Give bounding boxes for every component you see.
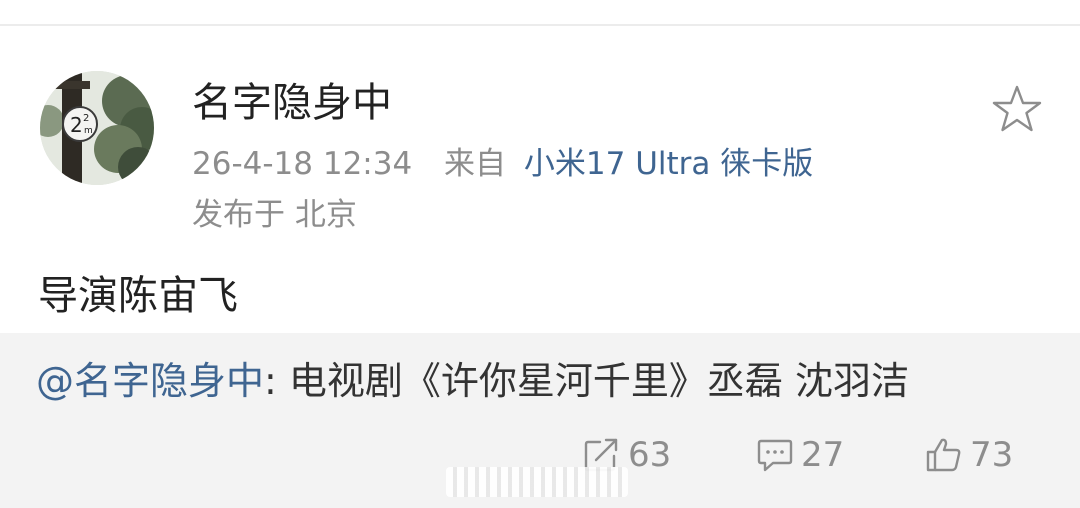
- repost-separator: :: [264, 359, 277, 403]
- post-device-link[interactable]: 小米17 Ultra 徕卡版: [524, 146, 813, 182]
- repost-card[interactable]: @名字隐身中: 电视剧《许你星河千里》丞磊 沈羽洁 63 27 73: [0, 333, 1080, 508]
- favorite-button[interactable]: [990, 84, 1044, 134]
- comment-bubble-icon: [757, 439, 793, 472]
- comment-count: 27: [801, 435, 845, 475]
- avatar-image: 2 2 m: [40, 71, 154, 185]
- avatar-sign-sup: 2: [83, 113, 89, 124]
- post-source-prefix: 来自: [444, 146, 507, 182]
- post-meta: 26-4-18 12:34 来自 小米17 Ultra 徕卡版: [192, 145, 813, 183]
- avatar-sign-number: 2: [70, 113, 83, 137]
- avatar[interactable]: 2 2 m: [40, 71, 154, 185]
- top-divider: [0, 24, 1080, 26]
- like-button[interactable]: 73: [924, 433, 1013, 477]
- post-text: 导演陈宙飞: [38, 273, 238, 319]
- avatar-sign-unit: m: [84, 126, 93, 136]
- comment-button[interactable]: 27: [755, 433, 844, 477]
- weibo-post-card: 2 2 m 名字隐身中 26-4-18 12:34 来自 小米17 Ultra …: [0, 0, 1080, 508]
- thumbs-up-icon: [926, 438, 961, 472]
- post-timestamp: 26-4-18 12:34: [192, 146, 413, 182]
- post-location: 发布于 北京: [192, 197, 357, 233]
- username[interactable]: 名字隐身中: [192, 80, 392, 126]
- share-count: 63: [628, 435, 672, 475]
- repost-text: 电视剧《许你星河千里》丞磊 沈羽洁: [276, 359, 909, 403]
- watermark: [446, 467, 628, 497]
- repost-mention-link[interactable]: @名字隐身中: [36, 359, 264, 403]
- star-outline-icon: [992, 85, 1042, 132]
- like-count: 73: [970, 435, 1014, 475]
- repost-content: @名字隐身中: 电视剧《许你星河千里》丞磊 沈羽洁: [36, 358, 909, 404]
